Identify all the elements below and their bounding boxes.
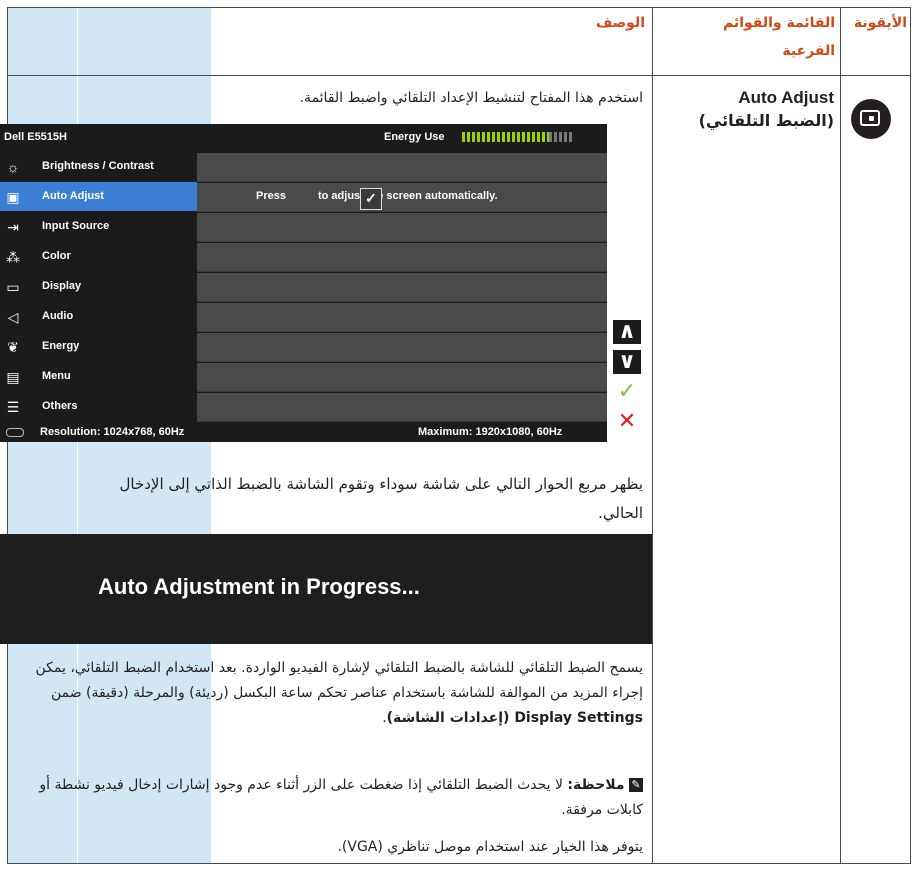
osd-menu-item-menu[interactable]: ▤ Menu <box>0 362 197 391</box>
osd-menu-item-audio[interactable]: ◁ Audio <box>0 302 197 331</box>
osd-content-row <box>197 362 607 391</box>
column-divider-menu <box>840 7 841 864</box>
check-icon: ✓ <box>360 188 382 210</box>
auto-adjust-icon: ▣ <box>6 189 20 205</box>
osd-menu-item-energy[interactable]: ❦ Energy <box>0 332 197 361</box>
vga-text: يتوفر هذا الخيار عند استخدام موصل تناظري… <box>337 839 643 855</box>
osd-energy-label: Energy Use <box>384 131 445 143</box>
osd-menu-item-label: Audio <box>42 310 74 322</box>
osd-menu-item-label: Color <box>42 250 71 262</box>
osd-menu-item-input-source[interactable]: ⇥ Input Source <box>0 212 197 241</box>
osd-content-row <box>197 392 607 421</box>
osd-menu-item-color[interactable]: ⁂ Color <box>0 242 197 271</box>
intro-text: استخدم هذا المفتاح لتنشيط الإعداد التلقا… <box>299 90 643 106</box>
menu-name-ar: (الضبط التلقائي) <box>698 111 834 130</box>
osd-menu-item-auto-adjust[interactable]: ▣ Auto Adjust <box>0 182 197 211</box>
osd-top-bar: Dell E5515H Energy Use <box>0 124 607 152</box>
osd-menu-item-others[interactable]: ☰ Others <box>0 392 197 421</box>
header-description: الوصف <box>595 15 645 31</box>
osd-press-message: Press ✓ to adjust the screen automatically… <box>256 188 498 210</box>
energy-icon: ❦ <box>7 339 19 355</box>
osd-menu-item-brightness-contrast[interactable]: ☼ Brightness / Contrast <box>0 152 197 181</box>
osd-menu-item-label: Menu <box>42 370 71 382</box>
osd-bottom-bar: Resolution: 1024x768, 60Hz Maximum: 1920… <box>0 422 607 442</box>
osd-content-row <box>197 272 607 301</box>
osd-content-row <box>197 152 607 181</box>
osd-menu-item-label: Auto Adjust <box>42 190 104 202</box>
osd-menu-item-label: Display <box>42 280 82 292</box>
audio-icon: ◁ <box>7 309 19 325</box>
resolution-icon <box>6 428 24 437</box>
color-icon: ⁂ <box>6 249 20 265</box>
down-arrow-icon[interactable]: ∨ <box>613 350 641 374</box>
osd-menu-item-display[interactable]: ▭ Display <box>0 272 197 301</box>
osd-content-row <box>197 332 607 361</box>
auto-adjust-icon <box>851 99 891 139</box>
menu-name-en: Auto Adjust <box>738 88 834 107</box>
header-icon: الأيقونة <box>853 15 907 31</box>
energy-meter-empty <box>549 132 574 142</box>
osd-model: Dell E5515H <box>4 131 67 143</box>
column-divider-description <box>652 7 653 864</box>
display-settings-bold: Display Settings (إعدادات الشاشة) <box>386 710 643 726</box>
osd-menu-item-label: Others <box>42 400 78 412</box>
menu-table: الأيقونة القائمة والقوائم الفرعية الوصف … <box>0 7 911 864</box>
dialog-description: يظهر مربع الحوار التالي على شاشة سوداء و… <box>119 475 644 522</box>
osd-menu-item-label: Input Source <box>42 220 110 232</box>
menu-icon: ▤ <box>6 369 20 385</box>
osd-content-row <box>197 242 607 271</box>
header-menu: القائمة والقوائم الفرعية <box>722 15 835 59</box>
note-label: ملاحظة: <box>567 777 625 793</box>
brightness-icon: ☼ <box>6 159 20 175</box>
osd-content-row: Press ✓ to adjust the screen automatically… <box>197 182 607 211</box>
osd-maximum: Maximum: 1920x1080, 60Hz <box>418 426 563 438</box>
osd-resolution: Resolution: 1024x768, 60Hz <box>40 426 185 438</box>
check-icon[interactable]: ✓ <box>613 380 641 404</box>
note-text: ✎ ملاحظة: لا يحدث الضبط التلقائي إذا ضغط… <box>39 777 643 818</box>
energy-meter <box>462 132 549 142</box>
auto-adjust-message: Auto Adjustment in Progress... <box>98 574 420 599</box>
table-header-divider <box>7 75 911 76</box>
note-pencil-icon: ✎ <box>629 778 643 792</box>
up-arrow-icon[interactable]: ∧ <box>613 320 641 344</box>
osd-menu-item-label: Energy <box>42 340 80 352</box>
osd-sidebar: ☼ Brightness / Contrast ▣ Auto Adjust ⇥ Input… <box>0 152 197 422</box>
others-icon: ☰ <box>6 399 20 415</box>
osd-content-row <box>197 212 607 241</box>
osd-menu-screenshot: Dell E5515H Energy Use ☼ Brightness / Con… <box>0 124 607 442</box>
input-source-icon: ⇥ <box>7 219 19 235</box>
table-border-bottom <box>7 863 911 864</box>
table-border-top <box>7 7 911 8</box>
close-icon[interactable]: ✕ <box>613 410 641 434</box>
auto-adjust-dialog: Auto Adjustment in Progress... <box>0 534 652 644</box>
auto-adjust-paragraph: يسمح الضبط التلقائي للشاشة بالضبط التلقا… <box>35 660 643 726</box>
osd-menu-item-label: Brightness / Contrast <box>42 160 154 172</box>
table-border-right <box>910 7 911 864</box>
display-icon: ▭ <box>6 279 20 295</box>
osd-content-row <box>197 302 607 331</box>
